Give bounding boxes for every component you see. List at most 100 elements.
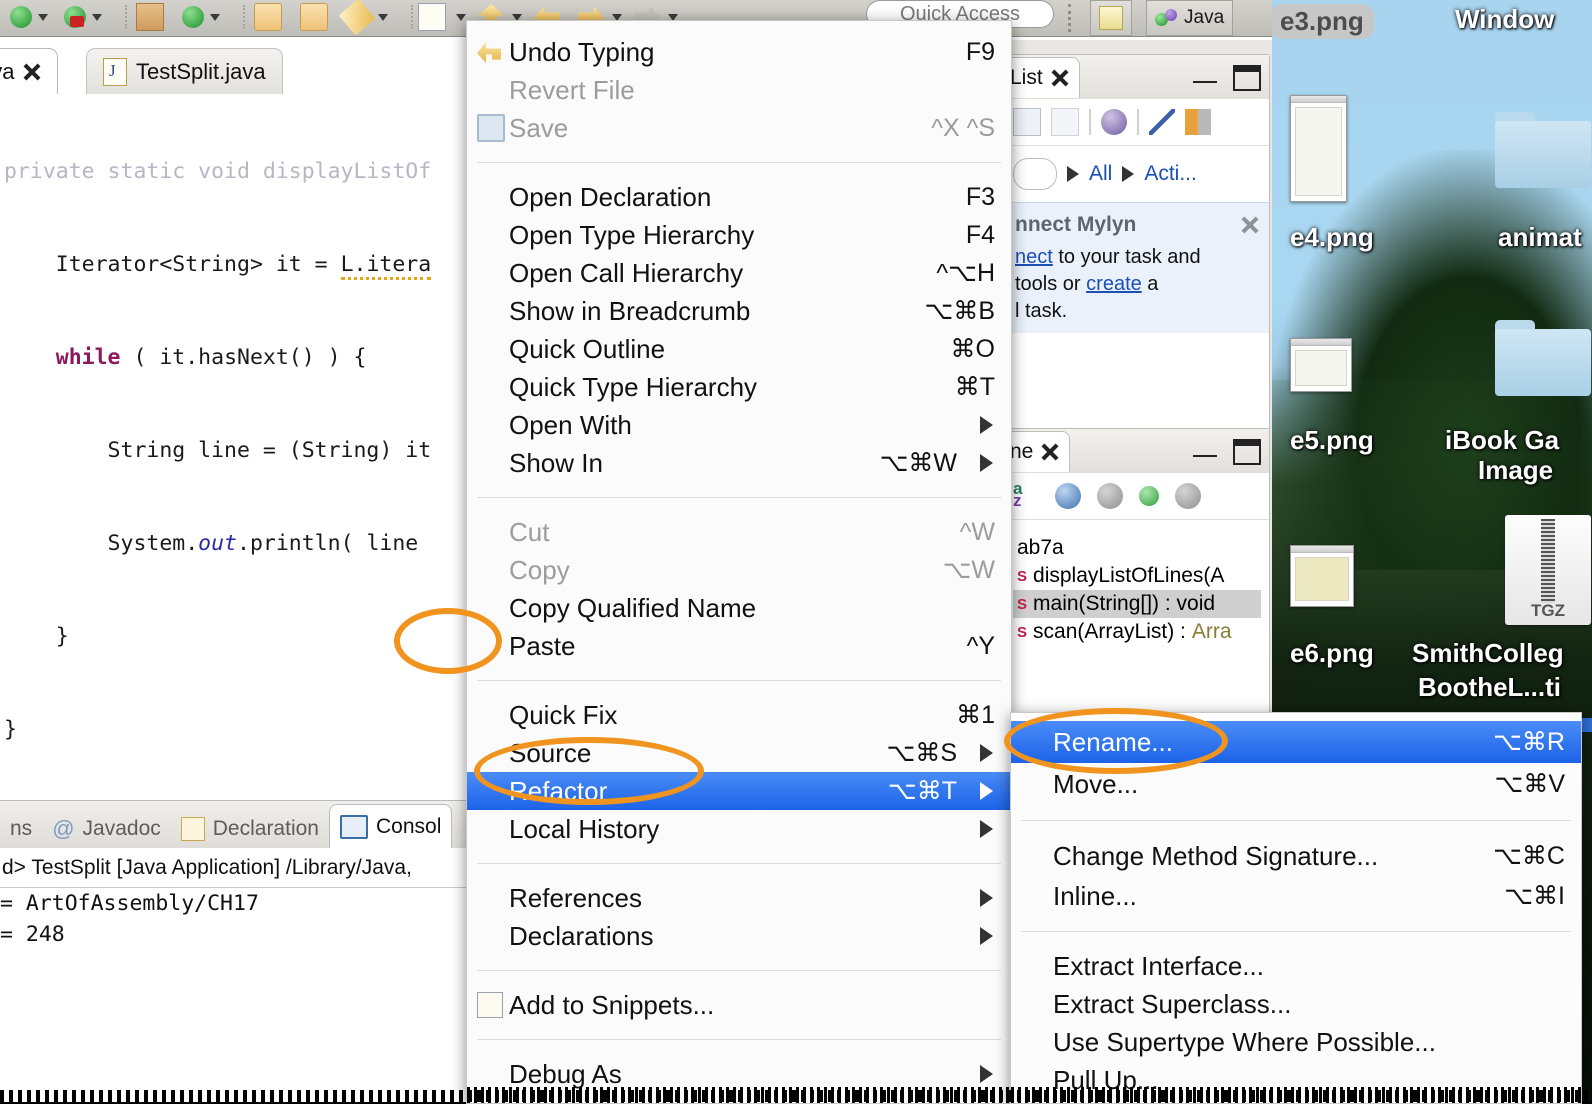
filter-off-icon[interactable]	[1149, 109, 1175, 135]
sort-az-icon[interactable]: az	[1013, 483, 1039, 509]
console-tab-problems[interactable]: ns	[0, 809, 42, 849]
run-icon[interactable]	[8, 4, 34, 30]
desktop-folder-ibook[interactable]	[1495, 320, 1591, 396]
open-perspective-button[interactable]	[1090, 0, 1132, 36]
editor-tab-testsplit[interactable]: J TestSplit.java	[86, 48, 283, 95]
submenu-item-rename[interactable]: Rename... ⌥⌘R	[1011, 721, 1581, 763]
refactor-submenu[interactable]: Rename... ⌥⌘R Move... ⌥⌘V Change Method …	[1010, 712, 1582, 1104]
chevron-down-icon[interactable]	[38, 14, 48, 21]
edit-pencil-icon[interactable]	[339, 0, 376, 35]
outline-item-displaylistoflines[interactable]: S displayListOfLines(A	[1013, 562, 1261, 590]
toolbar-new-folder-button[interactable]	[300, 2, 328, 32]
menu-item-quick-outline[interactable]: Quick Outline ⌘O	[467, 330, 1011, 368]
toolbar-open-folder-button[interactable]	[254, 2, 282, 32]
menu-item-show-in-breadcrumb[interactable]: Show in Breadcrumb ⌥⌘B	[467, 292, 1011, 330]
submenu-item-extract-interface[interactable]: Extract Interface...	[1011, 947, 1581, 985]
submenu-item-accelerator: ⌥⌘I	[1504, 881, 1565, 911]
categorized-icon[interactable]	[1013, 108, 1041, 136]
outline-item-scan[interactable]: S scan(ArrayList) : Arra	[1013, 618, 1261, 646]
toolbar-debug-group[interactable]	[62, 2, 102, 32]
perspective-java-button[interactable]: Java	[1146, 0, 1233, 36]
close-icon[interactable]	[1051, 69, 1069, 87]
new-wizard-icon[interactable]	[418, 3, 446, 31]
refresh-icon[interactable]	[180, 4, 206, 30]
task-filter-all[interactable]: All	[1089, 162, 1112, 186]
submenu-item-inline[interactable]: Inline... ⌥⌘I	[1011, 876, 1581, 916]
editor-tab-active[interactable]: ava	[0, 48, 58, 95]
menu-item-open-type-hierarchy[interactable]: Open Type Hierarchy F4	[467, 216, 1011, 254]
menu-item-undo-typing[interactable]: Undo Typing F9	[467, 33, 1011, 71]
console-tab-declaration[interactable]: Declaration	[171, 809, 329, 849]
close-icon[interactable]	[23, 63, 41, 81]
chevron-down-icon[interactable]	[92, 14, 102, 21]
menu-item-open-declaration[interactable]: Open Declaration F3	[467, 178, 1011, 216]
submenu-arrow-icon	[980, 889, 993, 907]
task-find-input[interactable]	[1013, 158, 1057, 190]
menu-item-refactor[interactable]: Refactor ⌥⌘T	[467, 772, 1011, 810]
menu-item-source[interactable]: Source ⌥⌘S	[467, 734, 1011, 772]
menu-item-show-in[interactable]: Show In ⌥⌘W	[467, 444, 1011, 482]
toolbar-separator	[125, 5, 129, 29]
outline-item-class[interactable]: ab7a	[1013, 534, 1261, 562]
toolbar-run-group[interactable]	[8, 2, 48, 32]
desktop-thumbnail-e4[interactable]	[1290, 95, 1347, 202]
close-icon[interactable]	[1041, 443, 1059, 461]
scheduled-icon[interactable]	[1051, 108, 1079, 136]
console-output[interactable]: d> TestSplit [Java Application] /Library…	[0, 848, 468, 1102]
submenu-item-use-supertype-where-possible[interactable]: Use Supertype Where Possible...	[1011, 1023, 1581, 1061]
chevron-down-icon[interactable]	[210, 14, 220, 21]
focus-people-icon[interactable]	[1185, 109, 1211, 135]
hide-static-icon[interactable]	[1097, 483, 1123, 509]
toolbar-new-wizard-group[interactable]	[418, 2, 466, 32]
desktop-thumbnail-e6[interactable]	[1290, 545, 1354, 607]
minimize-icon[interactable]	[1193, 447, 1217, 457]
menu-item-paste[interactable]: Paste ^Y	[467, 627, 1011, 665]
menu-item-open-call-hierarchy[interactable]: Open Call Hierarchy ^⌥H	[467, 254, 1011, 292]
maximize-icon[interactable]	[1233, 65, 1261, 91]
chevron-down-icon[interactable]	[378, 14, 388, 21]
toolbar-drag-handle[interactable]	[1068, 4, 1077, 32]
toolbar-package-button[interactable]	[136, 2, 164, 32]
desktop-thumbnail-e5[interactable]	[1290, 338, 1352, 392]
toolbar-edit-group[interactable]	[344, 2, 388, 32]
task-filter-activate[interactable]: Acti...	[1144, 162, 1197, 186]
menu-item-local-history[interactable]: Local History	[467, 810, 1011, 848]
hide-nonpublic-icon[interactable]	[1139, 486, 1159, 506]
java-perspective-icon	[1155, 7, 1179, 29]
package-icon[interactable]	[136, 3, 164, 31]
menu-item-references[interactable]: References	[467, 879, 1011, 917]
editor-context-menu[interactable]: Undo Typing F9 Revert File Save ^X ^S Op…	[466, 20, 1012, 1104]
mylyn-create-link[interactable]: create	[1086, 273, 1142, 295]
chevron-right-icon[interactable]	[1067, 166, 1079, 182]
submenu-item-extract-superclass[interactable]: Extract Superclass...	[1011, 985, 1581, 1023]
maximize-icon[interactable]	[1233, 439, 1261, 465]
menu-item-declarations[interactable]: Declarations	[467, 917, 1011, 955]
chevron-right-icon[interactable]	[1122, 166, 1134, 182]
minimize-icon[interactable]	[1193, 73, 1217, 83]
menu-item-quick-fix[interactable]: Quick Fix ⌘1	[467, 696, 1011, 734]
toolbar-refresh-group[interactable]	[180, 2, 220, 32]
open-folder-icon[interactable]	[254, 3, 282, 31]
close-icon[interactable]	[1241, 216, 1259, 234]
submenu-item-change-method-signature[interactable]: Change Method Signature... ⌥⌘C	[1011, 836, 1581, 876]
hide-local-icon[interactable]	[1175, 483, 1201, 509]
hide-fields-icon[interactable]	[1055, 483, 1081, 509]
chevron-down-icon[interactable]	[456, 14, 466, 21]
menu-item-quick-type-hierarchy[interactable]: Quick Type Hierarchy ⌘T	[467, 368, 1011, 406]
code-editor[interactable]: private static void displayListOf Iterat…	[0, 94, 468, 794]
menu-item-add-to-snippets[interactable]: Add to Snippets...	[467, 986, 1011, 1024]
menu-item-label: References	[509, 883, 642, 914]
desktop-folder-animat[interactable]	[1495, 112, 1591, 188]
desktop-file-tgz[interactable]: TGZ	[1505, 515, 1591, 625]
menu-item-cut: Cut ^W	[467, 513, 1011, 551]
console-tab-console[interactable]: Consol	[329, 804, 452, 849]
synchronize-icon[interactable]	[1101, 109, 1127, 135]
menu-item-open-with[interactable]: Open With	[467, 406, 1011, 444]
outline-item-main[interactable]: S main(String[]) : void	[1013, 590, 1261, 618]
mylyn-connect-link[interactable]: nect	[1015, 246, 1053, 268]
new-folder-icon[interactable]	[300, 3, 328, 31]
submenu-item-move[interactable]: Move... ⌥⌘V	[1011, 763, 1581, 805]
debug-icon[interactable]	[62, 4, 88, 30]
menu-item-copy-qualified-name[interactable]: Copy Qualified Name	[467, 589, 1011, 627]
console-tab-javadoc[interactable]: @ Javadoc	[42, 809, 171, 849]
